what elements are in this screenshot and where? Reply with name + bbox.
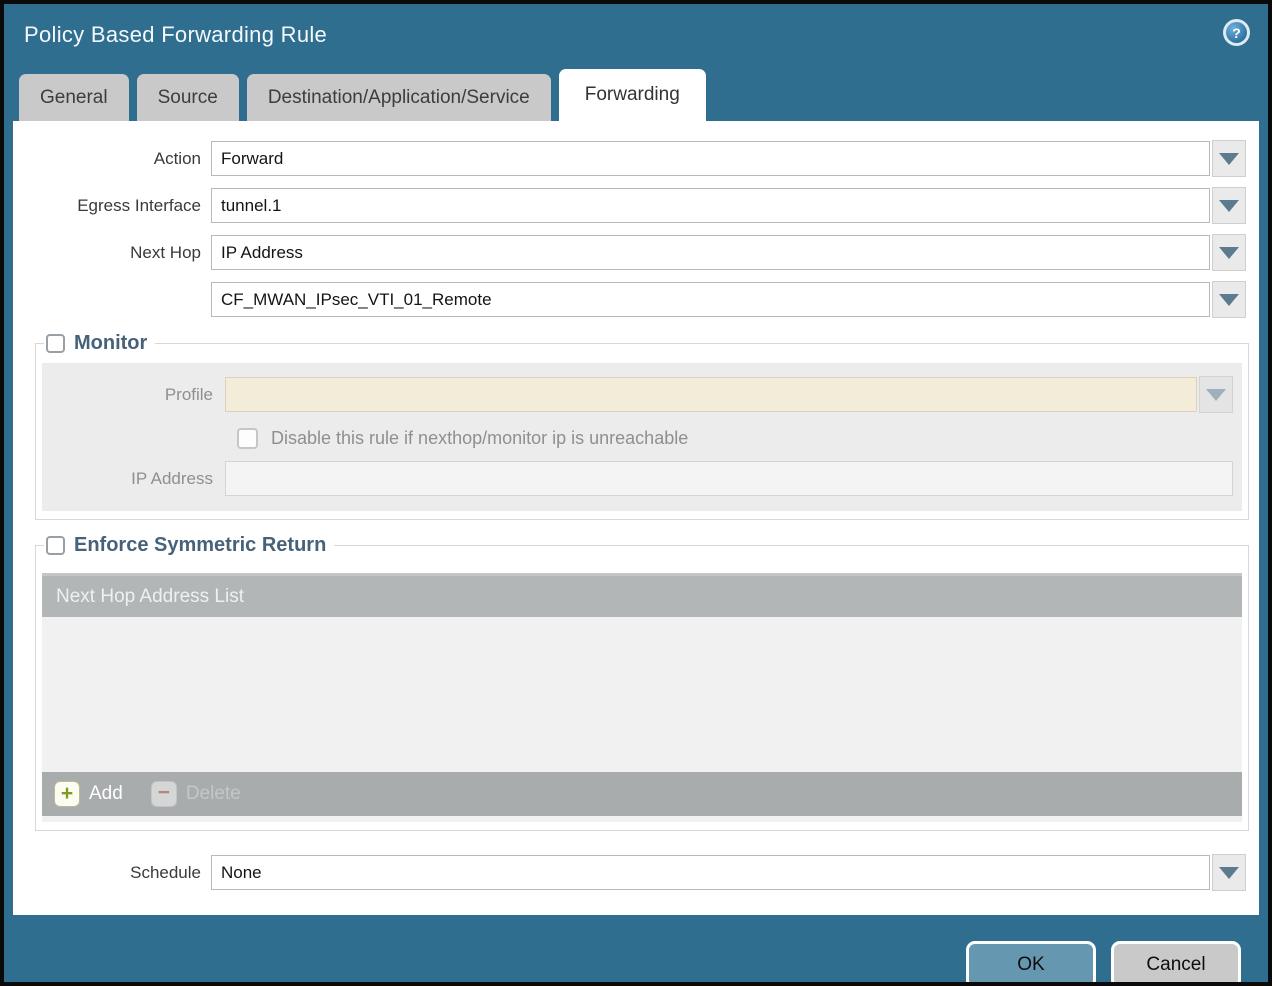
enforce-symmetric-return-title: Enforce Symmetric Return bbox=[74, 534, 326, 557]
help-icon[interactable]: ? bbox=[1223, 19, 1250, 46]
profile-label: Profile bbox=[42, 385, 225, 405]
egress-interface-label: Egress Interface bbox=[13, 196, 211, 216]
add-button-label: Add bbox=[89, 783, 123, 805]
disable-rule-checkbox[interactable] bbox=[237, 428, 258, 449]
forwarding-tab-panel: Action Egress Interface Next Hop bbox=[13, 121, 1259, 915]
delete-button-label: Delete bbox=[186, 783, 241, 805]
profile-dropdown-button[interactable] bbox=[1199, 376, 1233, 413]
chevron-down-icon bbox=[1206, 389, 1226, 401]
next-hop-label: Next Hop bbox=[13, 243, 211, 263]
egress-interface-input[interactable] bbox=[211, 188, 1210, 223]
dialog-titlebar: Policy Based Forwarding Rule ? bbox=[4, 4, 1268, 66]
chevron-down-icon bbox=[1219, 294, 1239, 306]
action-input[interactable] bbox=[211, 141, 1210, 176]
disable-rule-label: Disable this rule if nexthop/monitor ip … bbox=[271, 428, 688, 449]
enforce-symmetric-return-legend: Enforce Symmetric Return bbox=[44, 534, 334, 557]
next-hop-address-table-footer: + Add − Delete bbox=[42, 772, 1242, 816]
profile-input[interactable] bbox=[225, 377, 1197, 412]
schedule-row: Schedule bbox=[13, 854, 1246, 891]
chevron-down-icon bbox=[1219, 867, 1239, 879]
monitor-ip-address-row: IP Address bbox=[42, 461, 1233, 496]
action-label: Action bbox=[13, 149, 211, 169]
minus-icon: − bbox=[151, 781, 177, 807]
next-hop-type-dropdown-button[interactable] bbox=[1212, 234, 1246, 271]
monitor-panel: Profile Disable this rule if nexthop/mon… bbox=[42, 363, 1242, 511]
table-bottom-strip bbox=[42, 816, 1242, 822]
tab-source[interactable]: Source bbox=[137, 74, 239, 121]
add-button[interactable]: + Add bbox=[54, 781, 123, 807]
next-hop-type-input[interactable] bbox=[211, 235, 1210, 270]
enforce-symmetric-return-section: Enforce Symmetric Return Next Hop Addres… bbox=[35, 534, 1249, 831]
action-row: Action bbox=[13, 140, 1246, 177]
next-hop-address-table: Next Hop Address List + Add − Delete bbox=[42, 573, 1242, 822]
next-hop-row: Next Hop bbox=[13, 234, 1246, 271]
monitor-legend: Monitor bbox=[44, 332, 155, 355]
tab-forwarding[interactable]: Forwarding bbox=[559, 69, 706, 121]
next-hop-address-input[interactable] bbox=[211, 282, 1210, 317]
chevron-down-icon bbox=[1219, 247, 1239, 259]
schedule-label: Schedule bbox=[13, 863, 211, 883]
dialog-footer: OK Cancel bbox=[4, 915, 1268, 986]
plus-icon: + bbox=[54, 781, 80, 807]
action-dropdown-button[interactable] bbox=[1212, 140, 1246, 177]
tab-destination-application-service[interactable]: Destination/Application/Service bbox=[247, 74, 551, 121]
profile-row: Profile bbox=[42, 376, 1233, 413]
dialog-title: Policy Based Forwarding Rule bbox=[24, 22, 327, 48]
help-icon-glyph: ? bbox=[1226, 22, 1247, 43]
schedule-input[interactable] bbox=[211, 855, 1210, 890]
next-hop-address-dropdown-button[interactable] bbox=[1212, 281, 1246, 318]
monitor-ip-address-input[interactable] bbox=[225, 461, 1233, 496]
next-hop-address-table-body[interactable] bbox=[42, 617, 1242, 772]
enforce-symmetric-return-checkbox[interactable] bbox=[46, 536, 65, 555]
ok-button[interactable]: OK bbox=[966, 941, 1096, 986]
egress-interface-row: Egress Interface bbox=[13, 187, 1246, 224]
tab-general[interactable]: General bbox=[19, 74, 129, 121]
chevron-down-icon bbox=[1219, 200, 1239, 212]
monitor-section-title: Monitor bbox=[74, 332, 147, 355]
schedule-dropdown-button[interactable] bbox=[1212, 854, 1246, 891]
monitor-checkbox[interactable] bbox=[46, 334, 65, 353]
disable-rule-row: Disable this rule if nexthop/monitor ip … bbox=[237, 428, 1242, 449]
chevron-down-icon bbox=[1219, 153, 1239, 165]
monitor-ip-address-label: IP Address bbox=[42, 469, 225, 489]
monitor-section: Monitor Profile Disable this rule if nex… bbox=[35, 332, 1249, 520]
next-hop-address-row bbox=[13, 281, 1246, 318]
delete-button[interactable]: − Delete bbox=[151, 781, 241, 807]
next-hop-address-table-header: Next Hop Address List bbox=[42, 576, 1242, 617]
policy-based-forwarding-dialog: Policy Based Forwarding Rule ? General S… bbox=[0, 0, 1272, 986]
cancel-button[interactable]: Cancel bbox=[1111, 941, 1241, 986]
egress-interface-dropdown-button[interactable] bbox=[1212, 187, 1246, 224]
tab-bar: General Source Destination/Application/S… bbox=[4, 66, 1268, 121]
